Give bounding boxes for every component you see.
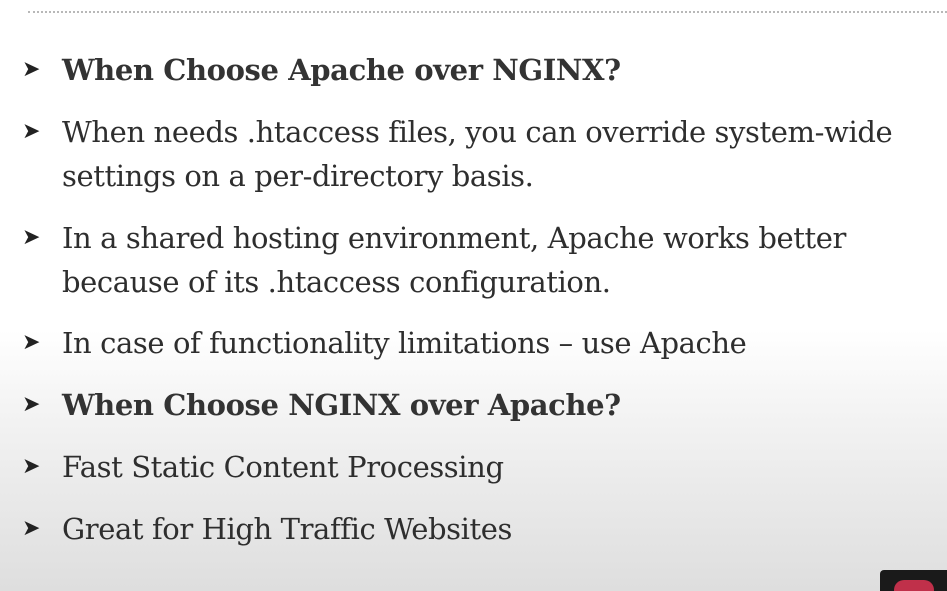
- thumbnail-image: [894, 580, 934, 591]
- bullet-htaccess-override: ➤ When needs .htaccess files, you can ov…: [22, 110, 922, 198]
- bullet-text: When Choose NGINX over Apache?: [62, 388, 621, 422]
- bullet-text: Fast Static Content Processing: [62, 450, 504, 484]
- arrow-icon: ➤: [22, 392, 41, 417]
- bullet-static-content: ➤ Fast Static Content Processing: [22, 445, 922, 489]
- bullet-heading-nginx: ➤ When Choose NGINX over Apache?: [22, 383, 922, 427]
- bullet-text: Great for High Traffic Websites: [62, 512, 512, 546]
- arrow-icon: ➤: [22, 225, 41, 250]
- bullet-functionality-limitations: ➤ In case of functionality limitations –…: [22, 321, 922, 365]
- arrow-icon: ➤: [22, 454, 41, 479]
- arrow-icon: ➤: [22, 516, 41, 541]
- bullet-text: When needs .htaccess files, you can over…: [62, 115, 893, 193]
- bullet-text: In case of functionality limitations – u…: [62, 326, 747, 360]
- bullet-shared-hosting: ➤ In a shared hosting environment, Apach…: [22, 216, 922, 304]
- bullet-text: When Choose Apache over NGINX?: [62, 53, 621, 87]
- arrow-icon: ➤: [22, 119, 41, 144]
- arrow-icon: ➤: [22, 57, 41, 82]
- bullet-heading-apache: ➤ When Choose Apache over NGINX?: [22, 48, 922, 92]
- bullet-high-traffic: ➤ Great for High Traffic Websites: [22, 507, 922, 551]
- video-thumbnail-corner[interactable]: [880, 570, 947, 591]
- dotted-divider: [28, 11, 947, 13]
- bullet-text: In a shared hosting environment, Apache …: [62, 221, 847, 299]
- arrow-icon: ➤: [22, 330, 41, 355]
